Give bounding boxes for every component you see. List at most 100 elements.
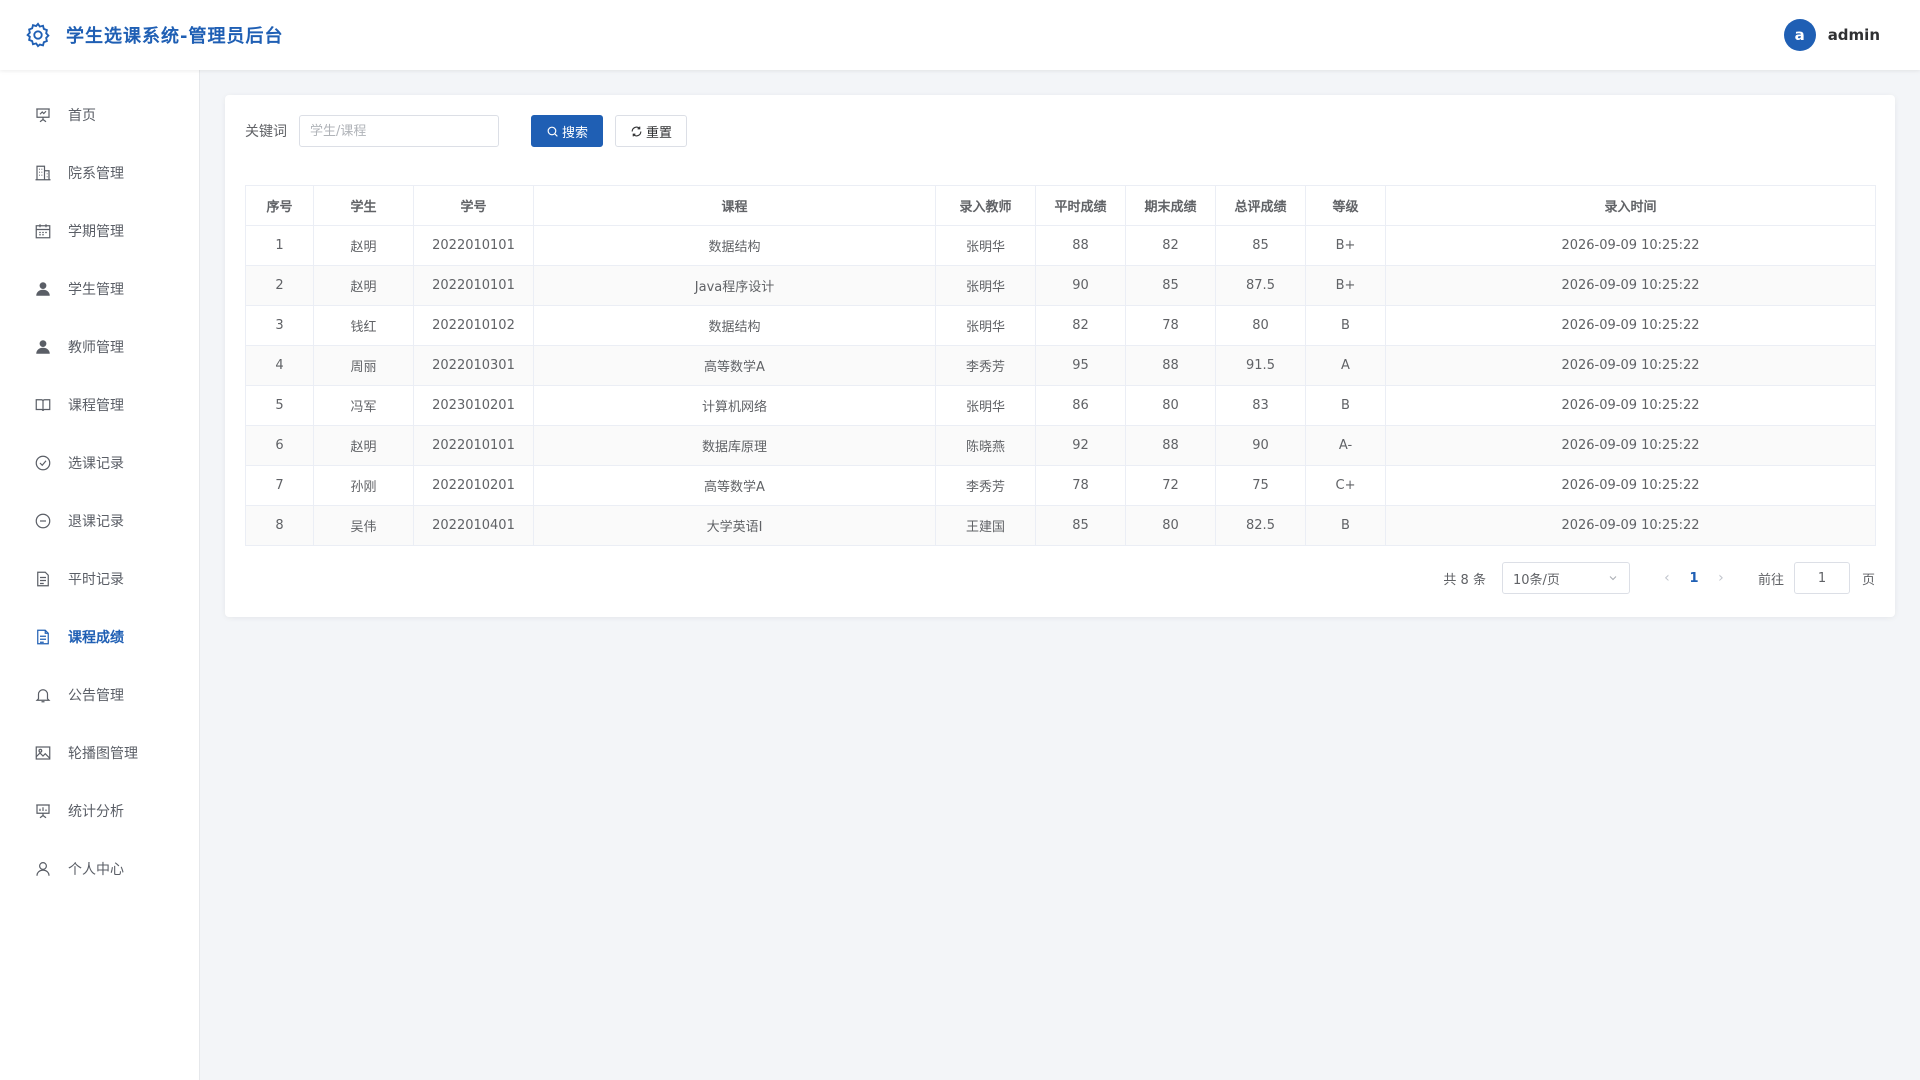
table-cell: 张明华 [935, 265, 1036, 306]
sidebar-item-departments[interactable]: 院系管理 [0, 144, 199, 202]
grades-table: 序号 学生 学号 课程 录入教师 平时成绩 期末成绩 总评成绩 等级 录入时间 … [245, 185, 1876, 546]
page-suffix: 页 [1861, 572, 1875, 588]
table-cell: B [1305, 505, 1386, 546]
table-cell: 李秀芳 [935, 345, 1036, 386]
sidebar-item-teachers[interactable]: 教师管理 [0, 318, 199, 376]
table-cell: 2023010201 [413, 385, 534, 426]
sidebar-item-courses[interactable]: 课程管理 [0, 376, 199, 434]
gear-icon [26, 22, 50, 48]
refresh-icon [631, 126, 642, 136]
table-cell: 钱红 [313, 305, 414, 346]
user-menu[interactable]: a admin [1783, 19, 1880, 51]
prev-page-button[interactable]: ‹ [1656, 570, 1678, 586]
table-cell: 数据结构 [533, 225, 936, 266]
sidebar-item-label: 学期管理 [68, 224, 124, 240]
document-icon [37, 571, 49, 587]
table-cell: 6 [245, 425, 314, 466]
goto-page-input[interactable] [1793, 562, 1850, 594]
table-cell: 冯军 [313, 385, 414, 426]
table-cell: 张明华 [935, 225, 1036, 266]
sidebar-item-label: 院系管理 [68, 166, 124, 182]
sidebar-item-enrollments[interactable]: 选课记录 [0, 434, 199, 492]
column-header: 平时成绩 [1035, 185, 1126, 226]
table-cell: 90 [1215, 425, 1306, 466]
chevron-down-icon [1609, 576, 1617, 581]
document-lines-icon [37, 629, 49, 645]
sidebar-item-label: 学生管理 [68, 282, 124, 298]
table-row: 7 孙刚 2022010201 高等数学A 李秀芳 78 72 75 C+ 2026-09-09 … [245, 465, 1876, 506]
search-button[interactable]: 搜索 [531, 115, 604, 147]
avatar[interactable]: a [1783, 19, 1816, 51]
table-cell: 83 [1215, 385, 1306, 426]
sidebar-item-profile[interactable]: 个人中心 [0, 840, 199, 898]
table-cell: 赵明 [313, 265, 414, 306]
sidebar-item-withdrawals[interactable]: 退课记录 [0, 492, 199, 550]
table-cell: 80 [1215, 305, 1306, 346]
table-cell: 高等数学A [533, 465, 936, 506]
column-header: 学生 [313, 185, 414, 226]
table-cell: 数据结构 [533, 305, 936, 346]
sidebar-item-regular-records[interactable]: 平时记录 [0, 550, 199, 608]
table-cell: 2026-09-09 10:25:22 [1385, 265, 1876, 306]
username[interactable]: admin [1828, 26, 1880, 44]
table-cell: 赵明 [313, 425, 414, 466]
pagination: 共 8 条 10条/页 ‹ 1 › 前往 页 [1443, 562, 1875, 594]
table-cell: 4 [245, 345, 314, 386]
table-cell: A- [1305, 425, 1386, 466]
table-cell: 周丽 [313, 345, 414, 386]
table-cell: 82 [1035, 305, 1126, 346]
sidebar-item-label: 公告管理 [68, 688, 124, 704]
table-cell: 2026-09-09 10:25:22 [1385, 425, 1876, 466]
table-cell: 2026-09-09 10:25:22 [1385, 505, 1876, 546]
table-cell: B+ [1305, 265, 1386, 306]
content-card: 关键词 搜索 重置 序号 学生 学号 课程 录入教师 [225, 95, 1895, 617]
table-cell: 90 [1035, 265, 1126, 306]
sidebar-item-home[interactable]: 首页 [0, 86, 199, 144]
sidebar: 首页 院系管理 学期管理 学生管理 教师管理 课程管理 选课记录 退课记录 平时… [0, 70, 200, 1080]
table-cell: 92 [1035, 425, 1126, 466]
table-row: 3 钱红 2022010102 数据结构 张明华 82 78 80 B 2026-09-09 10… [245, 305, 1876, 346]
reset-button[interactable]: 重置 [615, 115, 688, 147]
next-page-button[interactable]: › [1710, 570, 1732, 586]
grades-table-wrap: 序号 学生 学号 课程 录入教师 平时成绩 期末成绩 总评成绩 等级 录入时间 … [245, 185, 1876, 546]
table-cell: 赵明 [313, 225, 414, 266]
table-row: 6 赵明 2022010101 数据库原理 陈晓燕 92 88 90 A- 2026-09-09 … [245, 425, 1876, 466]
circle-check-icon [35, 455, 51, 471]
table-cell: 86 [1035, 385, 1126, 426]
presentation-icon [36, 108, 50, 123]
user-solid-icon [36, 340, 50, 354]
sidebar-item-terms[interactable]: 学期管理 [0, 202, 199, 260]
calendar-icon [35, 224, 51, 239]
sidebar-item-students[interactable]: 学生管理 [0, 260, 199, 318]
table-cell: 李秀芳 [935, 465, 1036, 506]
search-icon [547, 126, 558, 137]
table-cell: 2026-09-09 10:25:22 [1385, 385, 1876, 426]
bell-icon [35, 689, 51, 703]
app-title: 学生选课系统-管理员后台 [66, 26, 284, 47]
table-cell: 8 [245, 505, 314, 546]
table-cell: 张明华 [935, 385, 1036, 426]
sidebar-item-announcements[interactable]: 公告管理 [0, 666, 199, 724]
column-header: 总评成绩 [1215, 185, 1306, 226]
table-cell: C+ [1305, 465, 1386, 506]
sidebar-item-carousel[interactable]: 轮播图管理 [0, 724, 199, 782]
sidebar-item-course-grades[interactable]: 课程成绩 [0, 608, 199, 666]
sidebar-item-statistics[interactable]: 统计分析 [0, 782, 199, 840]
table-cell: 张明华 [935, 305, 1036, 346]
table-cell: 2022010102 [413, 305, 534, 346]
sidebar-item-label: 轮播图管理 [68, 746, 138, 762]
table-cell: B [1305, 385, 1386, 426]
page-size-select[interactable]: 10条/页 [1501, 562, 1630, 594]
sidebar-item-label: 课程管理 [68, 398, 124, 414]
search-input[interactable] [299, 115, 499, 147]
table-row: 1 赵明 2022010101 数据结构 张明华 88 82 85 B+ 2026-09-09 1… [245, 225, 1876, 266]
column-header: 期末成绩 [1125, 185, 1216, 226]
office-building-icon [35, 165, 51, 181]
page-number-current[interactable]: 1 [1678, 571, 1710, 586]
table-cell: 80 [1125, 385, 1216, 426]
reset-button-label: 重置 [646, 125, 673, 141]
table-row: 5 冯军 2023010201 计算机网络 张明华 86 80 83 B 2026-09-09 1… [245, 385, 1876, 426]
table-cell: A [1305, 345, 1386, 386]
table-cell: 5 [245, 385, 314, 426]
table-cell: 85 [1035, 505, 1126, 546]
